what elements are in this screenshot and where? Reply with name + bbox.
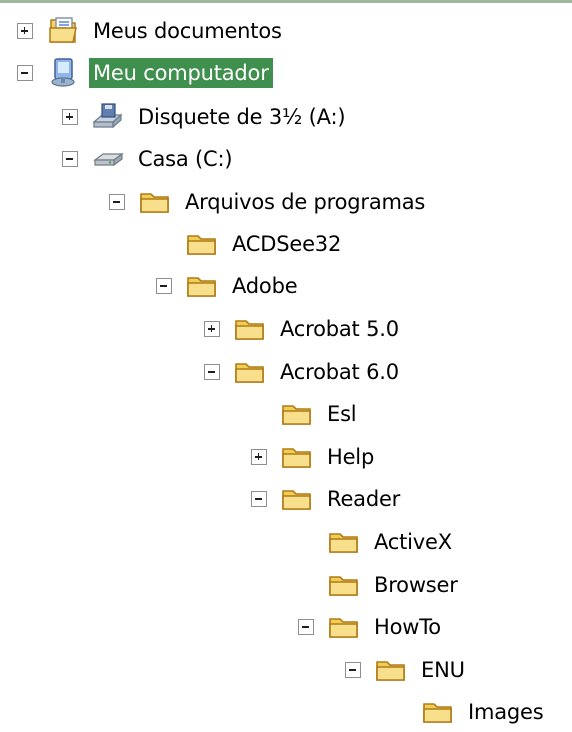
expand-button[interactable] (251, 449, 267, 465)
collapse-button[interactable] (204, 364, 220, 380)
tree-item-howto[interactable]: HowTo (298, 607, 445, 647)
tree-item-activex[interactable]: ActiveX (298, 522, 456, 562)
tree-item-browser[interactable]: Browser (298, 565, 462, 605)
tree-item-label[interactable]: Disquete de 3½ (A:) (134, 102, 349, 132)
tree-item-local-disk-c[interactable]: Casa (C:) (62, 139, 236, 179)
folder-icon (373, 655, 409, 685)
tree-item-label[interactable]: Esl (323, 399, 360, 429)
collapse-button[interactable] (345, 662, 361, 678)
folder-icon (326, 527, 362, 557)
tree-item-adobe[interactable]: Adobe (156, 266, 301, 306)
tree-item-label[interactable]: ENU (417, 655, 469, 685)
expand-button[interactable] (204, 321, 220, 337)
expand-button[interactable] (17, 23, 33, 39)
collapse-button[interactable] (109, 194, 125, 210)
tree-item-acrobat-5[interactable]: Acrobat 5.0 (204, 309, 403, 349)
tree-item-label[interactable]: HowTo (370, 612, 445, 642)
folder-icon (279, 399, 315, 429)
collapse-button[interactable] (298, 619, 314, 635)
tree-item-enu[interactable]: ENU (345, 650, 469, 690)
collapse-button[interactable] (17, 65, 33, 81)
floppy-drive-icon (90, 102, 126, 132)
hard-drive-icon (90, 144, 126, 174)
tree-item-acdsee32[interactable]: ACDSee32 (156, 224, 345, 264)
folder-icon (279, 442, 315, 472)
my-computer-icon (45, 58, 81, 88)
tree-item-label[interactable]: ActiveX (370, 527, 456, 557)
tree-item-label[interactable]: Acrobat 6.0 (276, 357, 403, 387)
folder-icon (137, 187, 173, 217)
collapse-button[interactable] (251, 491, 267, 507)
collapse-button[interactable] (62, 151, 78, 167)
folder-icon (326, 570, 362, 600)
folder-icon (420, 697, 456, 727)
tree-item-label[interactable]: Acrobat 5.0 (276, 314, 403, 344)
folder-icon (184, 271, 220, 301)
tree-item-reader[interactable]: Reader (251, 479, 404, 519)
my-documents-icon (45, 16, 81, 46)
tree-item-label[interactable]: Reader (323, 484, 404, 514)
tree-item-program-files[interactable]: Arquivos de programas (109, 182, 429, 222)
expand-button[interactable] (62, 109, 78, 125)
tree-item-label[interactable]: Images (464, 697, 548, 727)
tree-item-my-computer[interactable]: Meu computador (17, 53, 273, 93)
tree-item-label[interactable]: Browser (370, 570, 462, 600)
tree-item-esl[interactable]: Esl (251, 394, 360, 434)
tree-item-label[interactable]: Help (323, 442, 378, 472)
top-divider (0, 0, 572, 3)
folder-tree: Meus documentos Meu computador Disquete (0, 0, 572, 730)
folder-icon (279, 484, 315, 514)
tree-item-my-documents[interactable]: Meus documentos (17, 11, 286, 51)
tree-item-acrobat-6[interactable]: Acrobat 6.0 (204, 352, 403, 392)
collapse-button[interactable] (156, 278, 172, 294)
tree-item-label[interactable]: Meus documentos (89, 16, 286, 46)
tree-item-label[interactable]: ACDSee32 (228, 229, 345, 259)
tree-item-label[interactable]: Casa (C:) (134, 144, 236, 174)
tree-item-floppy-drive[interactable]: Disquete de 3½ (A:) (62, 97, 349, 137)
folder-icon (232, 357, 268, 387)
tree-item-label[interactable]: Adobe (228, 271, 301, 301)
folder-icon (326, 612, 362, 642)
folder-icon (232, 314, 268, 344)
tree-item-label[interactable]: Arquivos de programas (181, 187, 429, 217)
tree-item-images[interactable]: Images (392, 692, 548, 732)
tree-item-label[interactable]: Meu computador (89, 58, 273, 88)
folder-icon (184, 229, 220, 259)
tree-item-help[interactable]: Help (251, 437, 378, 477)
